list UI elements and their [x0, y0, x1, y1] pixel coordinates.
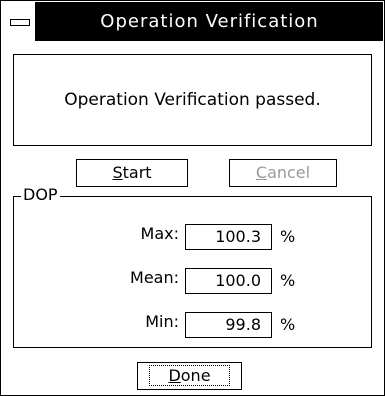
- min-unit: %: [280, 315, 296, 334]
- cancel-button-mnemonic: C: [255, 163, 268, 182]
- start-button-mnemonic: S: [112, 163, 123, 182]
- start-button-label: tart: [122, 163, 152, 182]
- cancel-button[interactable]: Cancel: [229, 159, 337, 187]
- system-menu-icon: [10, 19, 30, 26]
- status-message: Operation Verification passed.: [13, 54, 372, 146]
- mean-label: Mean:: [130, 268, 179, 287]
- mean-value-field: 100.0: [185, 268, 272, 294]
- max-label: Max:: [140, 224, 179, 243]
- min-label: Min:: [145, 312, 179, 331]
- max-unit: %: [280, 227, 296, 246]
- mean-unit: %: [280, 271, 296, 290]
- done-button-mnemonic: D: [168, 366, 181, 385]
- min-value-field: 99.8: [185, 312, 272, 338]
- cancel-button-label: ancel: [267, 163, 311, 182]
- system-menu-button[interactable]: [2, 2, 36, 41]
- window-title: Operation Verification: [100, 11, 319, 32]
- operation-verification-dialog: Operation Verification Operation Verific…: [0, 0, 385, 396]
- title-bar: Operation Verification: [2, 2, 383, 41]
- max-value-field: 100.3: [185, 224, 272, 250]
- dop-group-label: DOP: [21, 185, 60, 205]
- start-button[interactable]: Start: [76, 159, 188, 187]
- done-button-label: one: [180, 366, 211, 385]
- done-button-focus: Done: [149, 365, 230, 386]
- done-button[interactable]: Done: [137, 362, 242, 390]
